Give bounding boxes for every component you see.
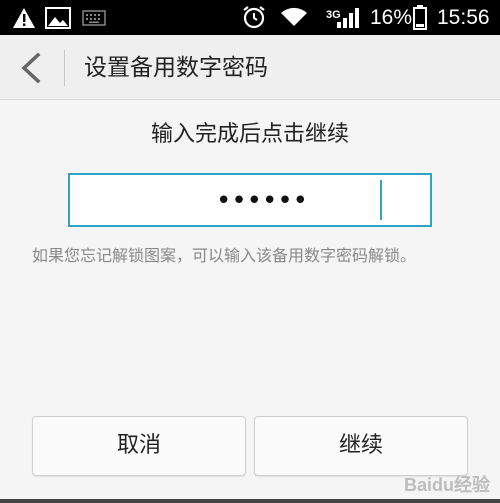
cancel-button[interactable]: 取消: [32, 416, 246, 476]
title-divider: [64, 50, 65, 86]
instruction-text: 输入完成后点击继续: [150, 122, 349, 147]
battery-icon: [413, 5, 427, 30]
back-arrow-icon[interactable]: [18, 52, 44, 84]
wifi-icon: [281, 7, 307, 27]
signal-icon: [337, 8, 359, 28]
alarm-icon: [243, 6, 265, 29]
battery-percent: 16%: [370, 6, 413, 29]
watermark-logo: Baidu经验: [403, 475, 490, 495]
text-cursor: [380, 180, 382, 220]
title-bar: 设置备用数字密码: [0, 35, 500, 100]
pin-input[interactable]: ••••••: [68, 173, 432, 227]
keyboard-icon: [82, 10, 106, 26]
image-icon: [45, 7, 71, 29]
clock: 15:56: [437, 6, 490, 29]
hint-text: 如果您忘记解锁图案，可以输入该备用数字密码解锁。: [32, 246, 417, 265]
continue-button[interactable]: 继续: [254, 416, 468, 476]
pin-masked-value: ••••••: [215, 186, 308, 216]
warning-icon: [13, 8, 35, 28]
bottom-divider: [0, 499, 500, 503]
status-bar: 3G 16% 15:56: [0, 0, 500, 35]
page-title: 设置备用数字密码: [84, 55, 268, 81]
